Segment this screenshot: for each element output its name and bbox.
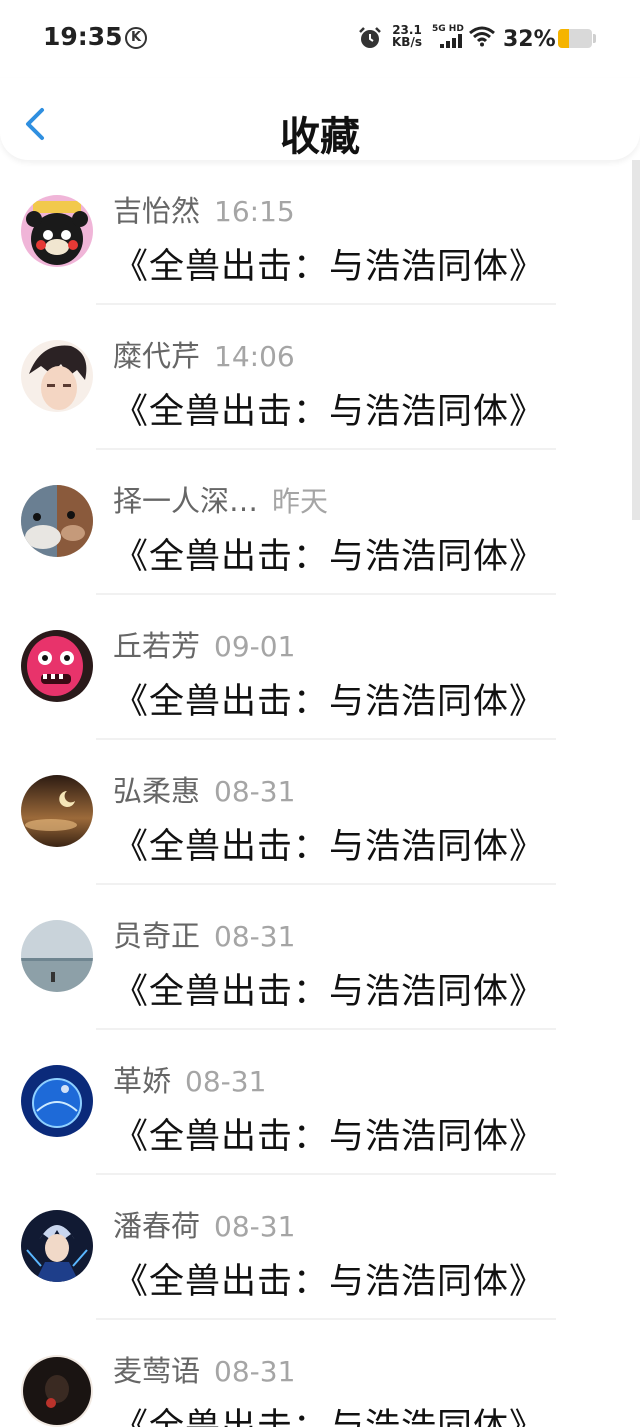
item-meta: 丘若芳 09-01 [113, 623, 295, 665]
item-content[interactable]: 《全兽出击：与浩浩同体》 [113, 1253, 545, 1304]
favorites-list[interactable]: 吉怡然 16:15 《全兽出击：与浩浩同体》 糜代芹 14:06 《全兽出击：与浩浩同体》… [0, 160, 640, 1427]
sender-name: 弘柔惠 [113, 774, 201, 808]
item-meta: 糜代芹 14:06 [113, 333, 295, 375]
sender-name: 潘春荷 [113, 1209, 201, 1243]
sender-name: 麦莺语 [113, 1354, 201, 1388]
net-speed: 23.1 KB/s [390, 24, 424, 48]
item-meta: 择一人深… 昨天 [113, 478, 328, 520]
wifi-icon [469, 26, 495, 47]
item-meta: 员奇正 08-31 [113, 913, 295, 955]
status-bar: 19:35 K 23.1 KB/s 5G HD 32% [0, 0, 640, 78]
item-time: 08-31 [214, 920, 296, 953]
item-time: 08-31 [185, 1065, 267, 1098]
avatar[interactable] [21, 485, 93, 557]
avatar[interactable] [21, 1355, 93, 1427]
item-meta: 潘春荷 08-31 [113, 1203, 295, 1245]
avatar[interactable] [21, 340, 93, 412]
item-content[interactable]: 《全兽出击：与浩浩同体》 [113, 383, 545, 434]
item-meta: 麦莺语 08-31 [113, 1348, 295, 1390]
item-content[interactable]: 《全兽出击：与浩浩同体》 [113, 963, 545, 1014]
list-item[interactable]: 择一人深… 昨天《全兽出击：与浩浩同体》 [0, 450, 640, 595]
item-meta: 革娇 08-31 [113, 1058, 266, 1100]
list-item[interactable]: 潘春荷 08-31 《全兽出击：与浩浩同体》 [0, 1175, 640, 1320]
network-type: 5G HD [432, 24, 464, 34]
avatar[interactable] [21, 195, 93, 267]
list-item[interactable]: 丘若芳 09-01 《全兽出击：与浩浩同体》 [0, 595, 640, 740]
signal-icon [440, 34, 462, 48]
list-item[interactable]: 糜代芹 14:06 《全兽出击：与浩浩同体》 [0, 305, 640, 450]
battery-fill [558, 29, 569, 48]
sender-name: 革娇 [113, 1064, 172, 1098]
sender-name: 丘若芳 [113, 629, 201, 663]
sender-name: 吉怡然 [113, 194, 201, 228]
alarm-clock-icon [359, 27, 381, 48]
list-item[interactable]: 员奇正 08-31 《全兽出击：与浩浩同体》 [0, 885, 640, 1030]
battery-percent: 32% [503, 27, 556, 52]
list-item[interactable]: 弘柔惠 08-31 《全兽出击：与浩浩同体》 [0, 740, 640, 885]
sender-name: 糜代芹 [113, 339, 201, 373]
item-content[interactable]: 《全兽出击：与浩浩同体》 [113, 673, 545, 724]
item-time: 14:06 [214, 340, 295, 373]
item-time: 昨天 [272, 485, 329, 518]
item-time: 09-01 [214, 630, 296, 663]
list-item[interactable]: 麦莺语 08-31 《全兽出击：与浩浩同体》 [0, 1320, 640, 1427]
item-time: 08-31 [214, 1355, 296, 1388]
list-item[interactable]: 革娇 08-31 《全兽出击：与浩浩同体》 [0, 1030, 640, 1175]
scrollbar[interactable] [632, 160, 640, 520]
item-content[interactable]: 《全兽出击：与浩浩同体》 [113, 1398, 545, 1427]
status-time: 19:35 [43, 22, 123, 51]
sender-name: 择一人深… [113, 484, 259, 518]
avatar[interactable] [21, 630, 93, 702]
item-time: 08-31 [214, 775, 296, 808]
battery-icon [558, 29, 592, 48]
avatar[interactable] [21, 920, 93, 992]
battery-cap [593, 34, 596, 43]
page-title: 收藏 [280, 114, 360, 160]
avatar[interactable] [21, 1210, 93, 1282]
item-content[interactable]: 《全兽出击：与浩浩同体》 [113, 238, 545, 289]
k-badge-icon: K [125, 27, 147, 49]
sender-name: 员奇正 [113, 919, 201, 953]
item-meta: 弘柔惠 08-31 [113, 768, 295, 810]
list-item[interactable]: 吉怡然 16:15 《全兽出击：与浩浩同体》 [0, 160, 640, 305]
item-content[interactable]: 《全兽出击：与浩浩同体》 [113, 1108, 545, 1159]
item-content[interactable]: 《全兽出击：与浩浩同体》 [113, 818, 545, 869]
item-time: 16:15 [214, 195, 295, 228]
item-time: 08-31 [214, 1210, 296, 1243]
avatar[interactable] [21, 1065, 93, 1137]
item-meta: 吉怡然 16:15 [113, 188, 295, 230]
net-speed-unit: KB/s [392, 35, 422, 49]
item-content[interactable]: 《全兽出击：与浩浩同体》 [113, 528, 545, 579]
avatar[interactable] [21, 775, 93, 847]
nav-bar: 收藏 [0, 78, 640, 160]
